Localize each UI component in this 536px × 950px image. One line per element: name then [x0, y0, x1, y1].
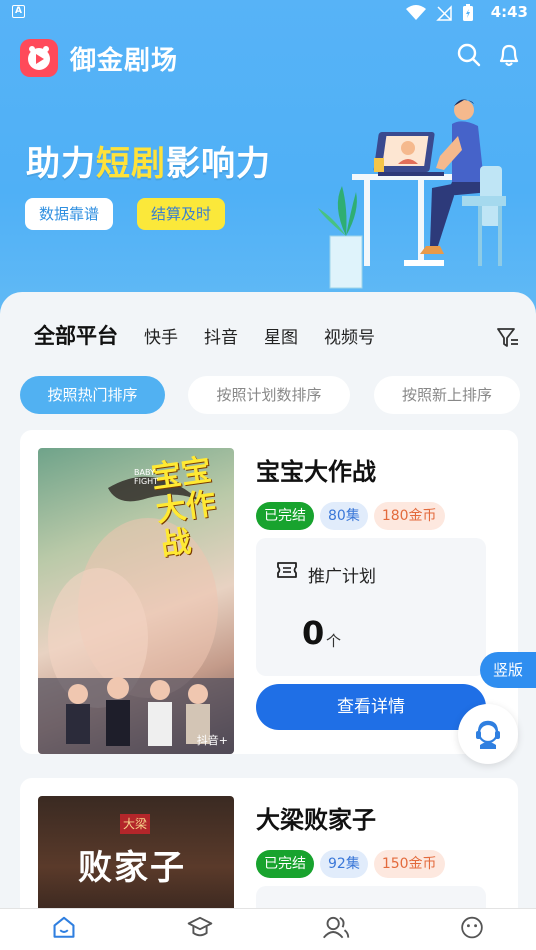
- notification-badge: A: [12, 5, 25, 18]
- nav-team[interactable]: [316, 915, 356, 950]
- home-icon: [53, 916, 75, 938]
- platform-filter-tabs: 全部平台 快手 抖音 星图 视频号: [30, 320, 401, 350]
- sort-by-newest-button[interactable]: 按照新上排序: [374, 376, 520, 414]
- banner-slogan: 助力短剧影响力: [26, 144, 271, 184]
- promotion-plan-box: 推广计划 0 个: [256, 538, 486, 676]
- nav-home[interactable]: [44, 915, 84, 950]
- battery-icon: [463, 4, 473, 21]
- banner-tag-reliable-data: 数据靠谱: [25, 198, 114, 230]
- tab-douyin[interactable]: 抖音: [204, 323, 238, 348]
- plan-count: 0: [302, 614, 325, 652]
- ticket-icon: [277, 562, 297, 578]
- poster-subtitle: BABY FIGHT: [134, 468, 159, 486]
- plan-label: 推广计划: [308, 567, 376, 587]
- app-title: 御金剧场: [70, 45, 179, 76]
- nav-learn[interactable]: [180, 915, 220, 950]
- poster-source: 抖音+: [196, 734, 228, 747]
- drama-badges: 已完结 92集 150金币: [256, 850, 445, 878]
- sort-options: 按照热门排序 按照计划数排序 按照新上排序: [20, 376, 520, 414]
- drama-title[interactable]: 宝宝大作战: [256, 452, 376, 487]
- vertical-version-tab[interactable]: 竖版: [480, 652, 536, 688]
- graduation-cap-icon: [187, 916, 213, 937]
- search-icon[interactable]: [456, 42, 482, 68]
- status-icons: [406, 4, 474, 22]
- episodes-badge: 92集: [320, 850, 368, 878]
- filter-icon[interactable]: [496, 326, 520, 350]
- clock: 4:43: [490, 3, 528, 21]
- tab-shipinhao[interactable]: 视频号: [324, 323, 375, 348]
- wifi-icon: [406, 5, 426, 20]
- poster-top-label: 大梁: [120, 814, 150, 834]
- banner-tag-timely-settlement: 结算及时: [137, 198, 226, 230]
- status-badge: 已完结: [256, 850, 314, 878]
- users-icon: [322, 916, 350, 939]
- price-badge: 180金币: [373, 502, 445, 530]
- sort-by-hot-button[interactable]: 按照热门排序: [20, 376, 165, 414]
- status-badge: 已完结: [256, 502, 314, 530]
- tab-kuaishou[interactable]: 快手: [144, 323, 178, 348]
- drama-badges: 已完结 80集 180金币: [256, 502, 445, 530]
- plan-unit: 个: [326, 632, 342, 650]
- nav-me[interactable]: [452, 915, 492, 950]
- price-badge: 150金币: [373, 850, 445, 878]
- tab-xingtu[interactable]: 星图: [264, 323, 298, 348]
- drama-card[interactable]: 宝宝大作战 BABY FIGHT 抖音+ 宝宝大作战 已完结 80集 180金币…: [20, 430, 518, 754]
- status-bar: A 4:43: [0, 0, 536, 26]
- customer-service-button[interactable]: [458, 704, 518, 764]
- no-signal-icon: [436, 5, 452, 21]
- app-header: 御金剧场: [20, 36, 178, 80]
- sort-by-plan-count-button[interactable]: 按照计划数排序: [188, 376, 350, 414]
- drama-poster[interactable]: 宝宝大作战 BABY FIGHT 抖音+: [38, 448, 234, 754]
- headset-agent-icon: [476, 720, 500, 749]
- bottom-navigation: [0, 908, 536, 950]
- bell-icon[interactable]: [496, 42, 522, 68]
- episodes-badge: 80集: [320, 502, 368, 530]
- banner-illustration: [318, 99, 506, 289]
- poster-title: 败家子: [78, 848, 186, 888]
- header-actions: [456, 42, 522, 68]
- tab-all-platforms[interactable]: 全部平台: [30, 320, 118, 350]
- view-details-button[interactable]: 查看详情: [256, 684, 486, 730]
- smile-icon: [461, 916, 483, 939]
- drama-title[interactable]: 大梁败家子: [256, 800, 376, 835]
- app-logo: [20, 39, 58, 77]
